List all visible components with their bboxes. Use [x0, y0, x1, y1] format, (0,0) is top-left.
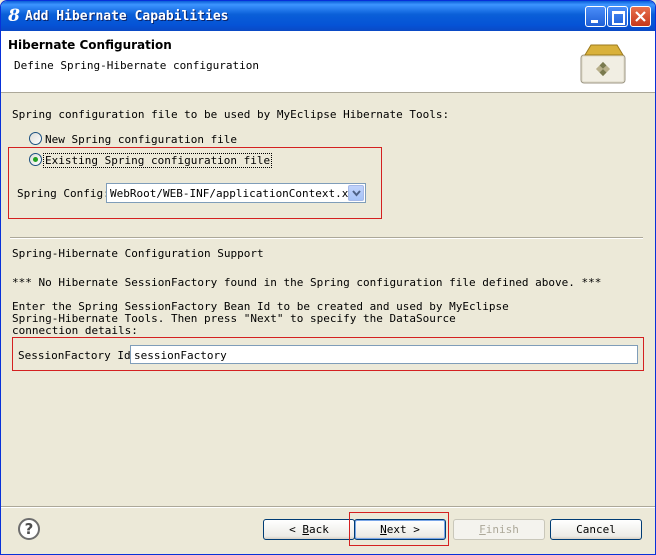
- page-description: Define Spring-Hibernate configuration: [14, 59, 260, 72]
- next-arrow: >: [406, 523, 420, 536]
- radio-new-spring-config[interactable]: [29, 132, 42, 145]
- spring-config-label: Spring Config:: [17, 187, 110, 200]
- finish-mnemonic: F: [479, 523, 486, 536]
- section-separator: [10, 237, 643, 239]
- wizard-header: Hibernate Configuration Define Spring-Hi…: [1, 31, 655, 93]
- footer-separator: [1, 506, 655, 508]
- minimize-button[interactable]: [585, 6, 606, 27]
- next-label: ext: [386, 523, 407, 536]
- session-factory-input[interactable]: sessionFactory: [130, 345, 638, 364]
- close-icon: [635, 11, 646, 22]
- finish-label: inish: [485, 523, 519, 536]
- radio-existing-spring-config[interactable]: [29, 153, 42, 166]
- close-button[interactable]: [630, 6, 651, 27]
- next-mnemonic: N: [380, 523, 387, 536]
- radio-existing-spring-config-label[interactable]: Existing Spring configuration file: [43, 153, 273, 168]
- spring-config-combo[interactable]: WebRoot/WEB-INF/applicationContext.xml: [106, 183, 366, 203]
- combo-dropdown-button[interactable]: [348, 185, 364, 201]
- back-arrow: <: [289, 523, 303, 536]
- dialog-window: 8 Add Hibernate Capabilities Hibernate C…: [0, 0, 656, 555]
- title-bar[interactable]: 8 Add Hibernate Capabilities: [1, 1, 655, 31]
- back-mnemonic: B: [302, 523, 309, 536]
- next-button[interactable]: Next >: [354, 519, 446, 540]
- app-icon: 8: [8, 6, 20, 26]
- spring-config-section-label: Spring configuration file to be used by …: [12, 108, 450, 121]
- finish-button[interactable]: Finish: [453, 519, 545, 540]
- back-button[interactable]: < Back: [263, 519, 355, 540]
- maximize-button[interactable]: [607, 6, 628, 27]
- instructions-line-3: connection details:: [12, 324, 138, 337]
- spring-config-value: WebRoot/WEB-INF/applicationContext.xml: [110, 187, 362, 200]
- back-label: ack: [309, 523, 329, 536]
- radio-new-spring-config-label[interactable]: New Spring configuration file: [45, 133, 237, 146]
- window-title: Add Hibernate Capabilities: [25, 9, 229, 24]
- session-factory-label: SessionFactory Id:: [18, 349, 138, 362]
- page-title: Hibernate Configuration: [8, 38, 172, 52]
- help-icon[interactable]: ?: [18, 518, 40, 540]
- wizard-content: Spring configuration file to be used by …: [1, 94, 655, 494]
- support-section-heading: Spring-Hibernate Configuration Support: [12, 247, 264, 260]
- cancel-button[interactable]: Cancel: [550, 519, 642, 540]
- session-factory-value: sessionFactory: [134, 349, 227, 362]
- no-session-factory-warning: *** No Hibernate SessionFactory found in…: [12, 276, 602, 289]
- hibernate-wizard-icon: [580, 44, 626, 84]
- chevron-down-icon: [352, 190, 361, 197]
